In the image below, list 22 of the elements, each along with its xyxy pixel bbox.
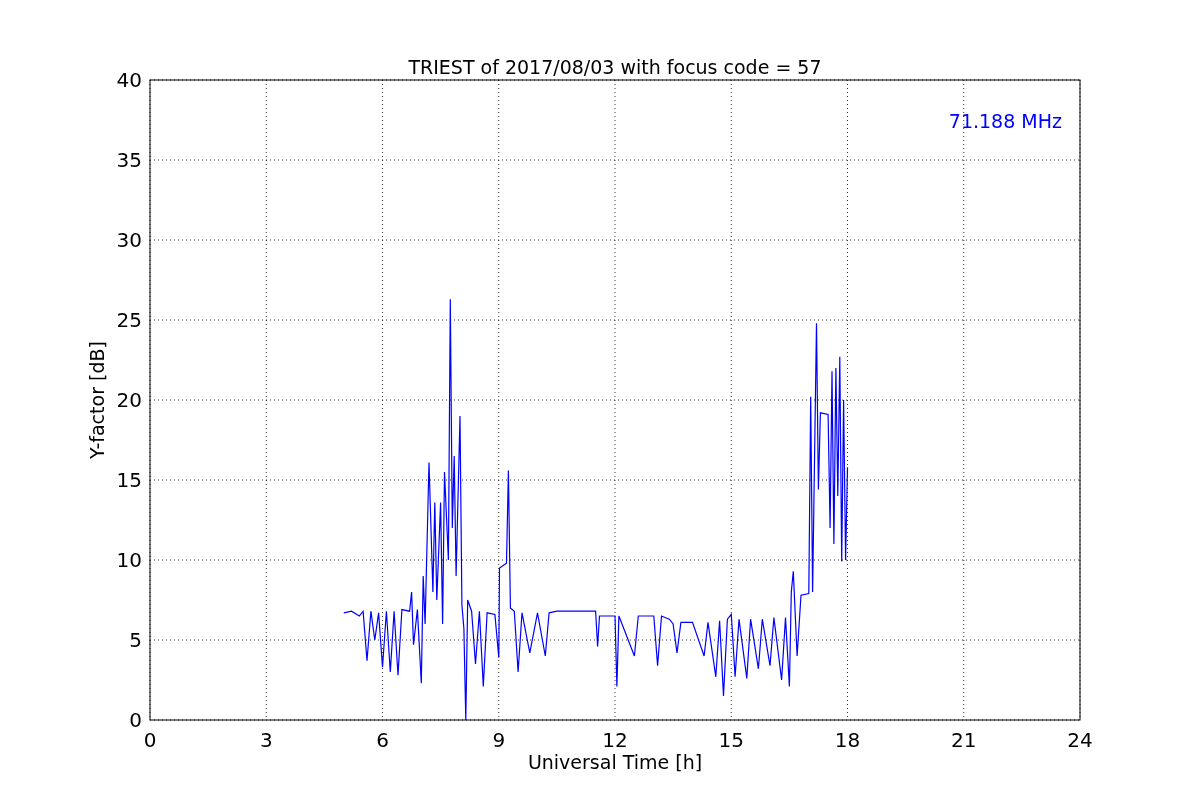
y-tick-label: 20 — [116, 388, 142, 412]
x-tick-label: 6 — [376, 728, 389, 752]
x-tick-label: 12 — [602, 728, 628, 752]
x-tick-label: 0 — [143, 728, 157, 752]
y-tick-label: 15 — [116, 468, 142, 492]
y-tick-label: 40 — [116, 68, 142, 92]
y-tick-label: 5 — [129, 628, 142, 652]
y-tick-label: 35 — [116, 148, 142, 172]
x-tick-label: 18 — [834, 728, 861, 752]
x-tick-label: 21 — [951, 728, 977, 752]
y-tick-label: 0 — [129, 708, 142, 732]
x-tick-label: 15 — [718, 728, 744, 752]
x-tick-label: 24 — [1067, 728, 1093, 752]
y-axis-label: Y-factor [dB] — [86, 341, 108, 459]
x-axis-label: Universal Time [h] — [527, 751, 703, 773]
x-tick-label: 9 — [492, 728, 506, 752]
x-tick-label: 3 — [259, 728, 273, 752]
chart-title: TRIEST of 2017/08/03 with focus code = 57 — [408, 56, 822, 78]
y-tick-label: 30 — [116, 228, 142, 252]
y-tick-label: 10 — [116, 548, 142, 572]
y-tick-label: 25 — [116, 308, 142, 332]
frequency-annotation: 71.188 MHz — [948, 110, 1062, 132]
